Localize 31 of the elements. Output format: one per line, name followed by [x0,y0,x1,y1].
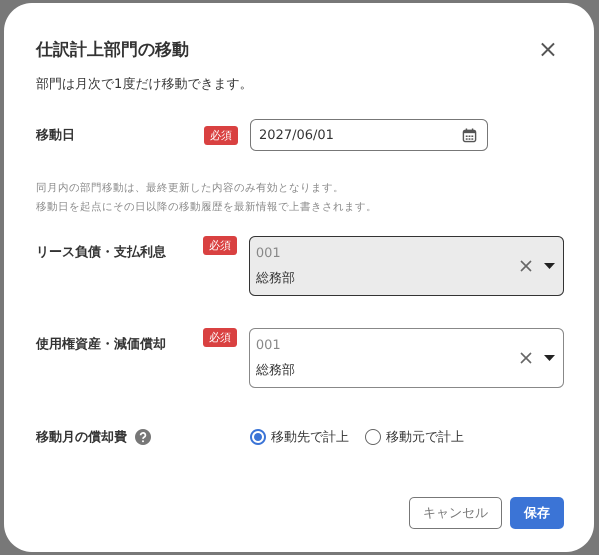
calendar-icon[interactable] [462,128,477,142]
help-icon[interactable] [135,429,151,445]
caret-icon[interactable] [544,355,555,361]
required-badge: 必須 [202,328,237,347]
caret-icon[interactable] [544,263,555,269]
field-label: リース負債・支払利息 [36,244,167,261]
department-name: 総務部 [256,362,296,378]
required-badge: 必須 [204,126,238,144]
clear-icon[interactable] [520,352,532,364]
radio-option[interactable]: 移動元で計上 [365,428,464,446]
save-button[interactable]: 保存 [510,497,564,529]
radio-icon[interactable] [365,429,381,445]
cancel-button[interactable]: キャンセル [409,497,502,529]
department-code: 001 [256,338,282,352]
field-label: 移動月の償却費 [36,429,127,446]
description-text: 部門は月次で1度だけ移動できます。 [36,76,254,93]
dialog-title: 仕訳計上部門の移動 [36,38,189,60]
field-label: 使用権資産・減価償却 [36,336,167,353]
note-text: 移動日を起点にその日以降の移動履歴を最新情報で上書きされます。 [36,200,378,214]
close-button[interactable]: × [532,37,564,61]
department-code: 001 [256,246,282,260]
department-name: 総務部 [256,270,296,286]
field-label: 移動日 [36,127,76,144]
department-select[interactable]: 001 総務部 [248,236,564,296]
radio-icon[interactable] [250,429,266,445]
required-badge: 必須 [202,236,237,255]
note-text: 同月内の部門移動は、最終更新した内容のみ有効となります。 [36,181,345,195]
department-select[interactable]: 001 総務部 [248,328,564,388]
date-field[interactable]: 2027/06/01 [250,119,488,151]
clear-icon[interactable] [520,260,532,272]
radio-option[interactable]: 移動先で計上 [250,428,349,446]
